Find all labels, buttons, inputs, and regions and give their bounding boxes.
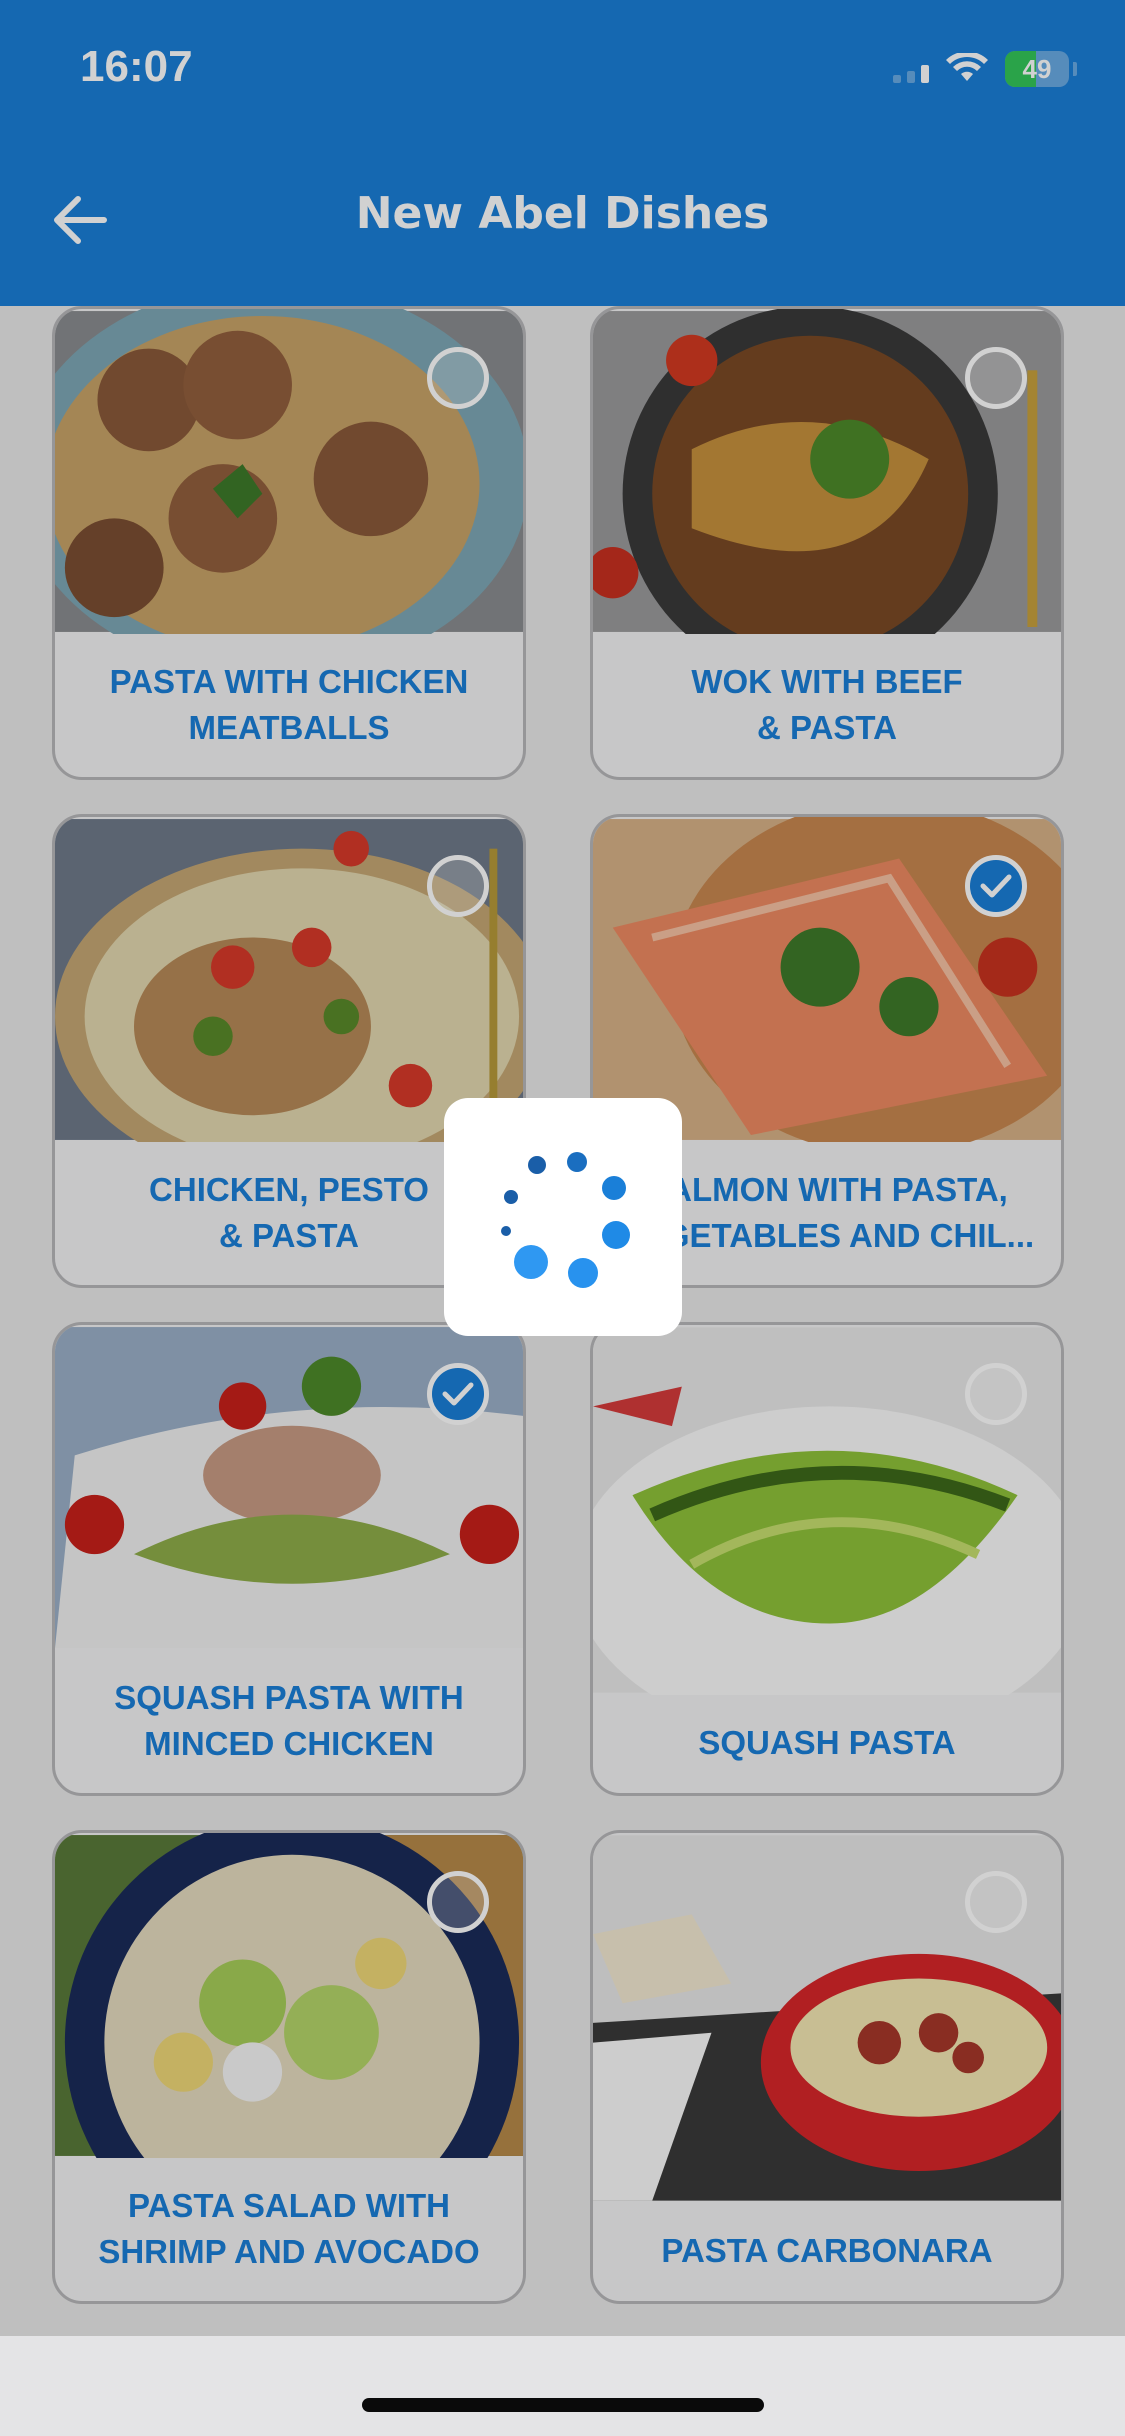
loading-overlay-top	[0, 0, 1125, 306]
spinner-icon	[501, 1152, 630, 1288]
loading-dialog	[444, 1098, 682, 1336]
home-indicator-area	[0, 2336, 1125, 2436]
home-indicator[interactable]	[362, 2398, 764, 2412]
